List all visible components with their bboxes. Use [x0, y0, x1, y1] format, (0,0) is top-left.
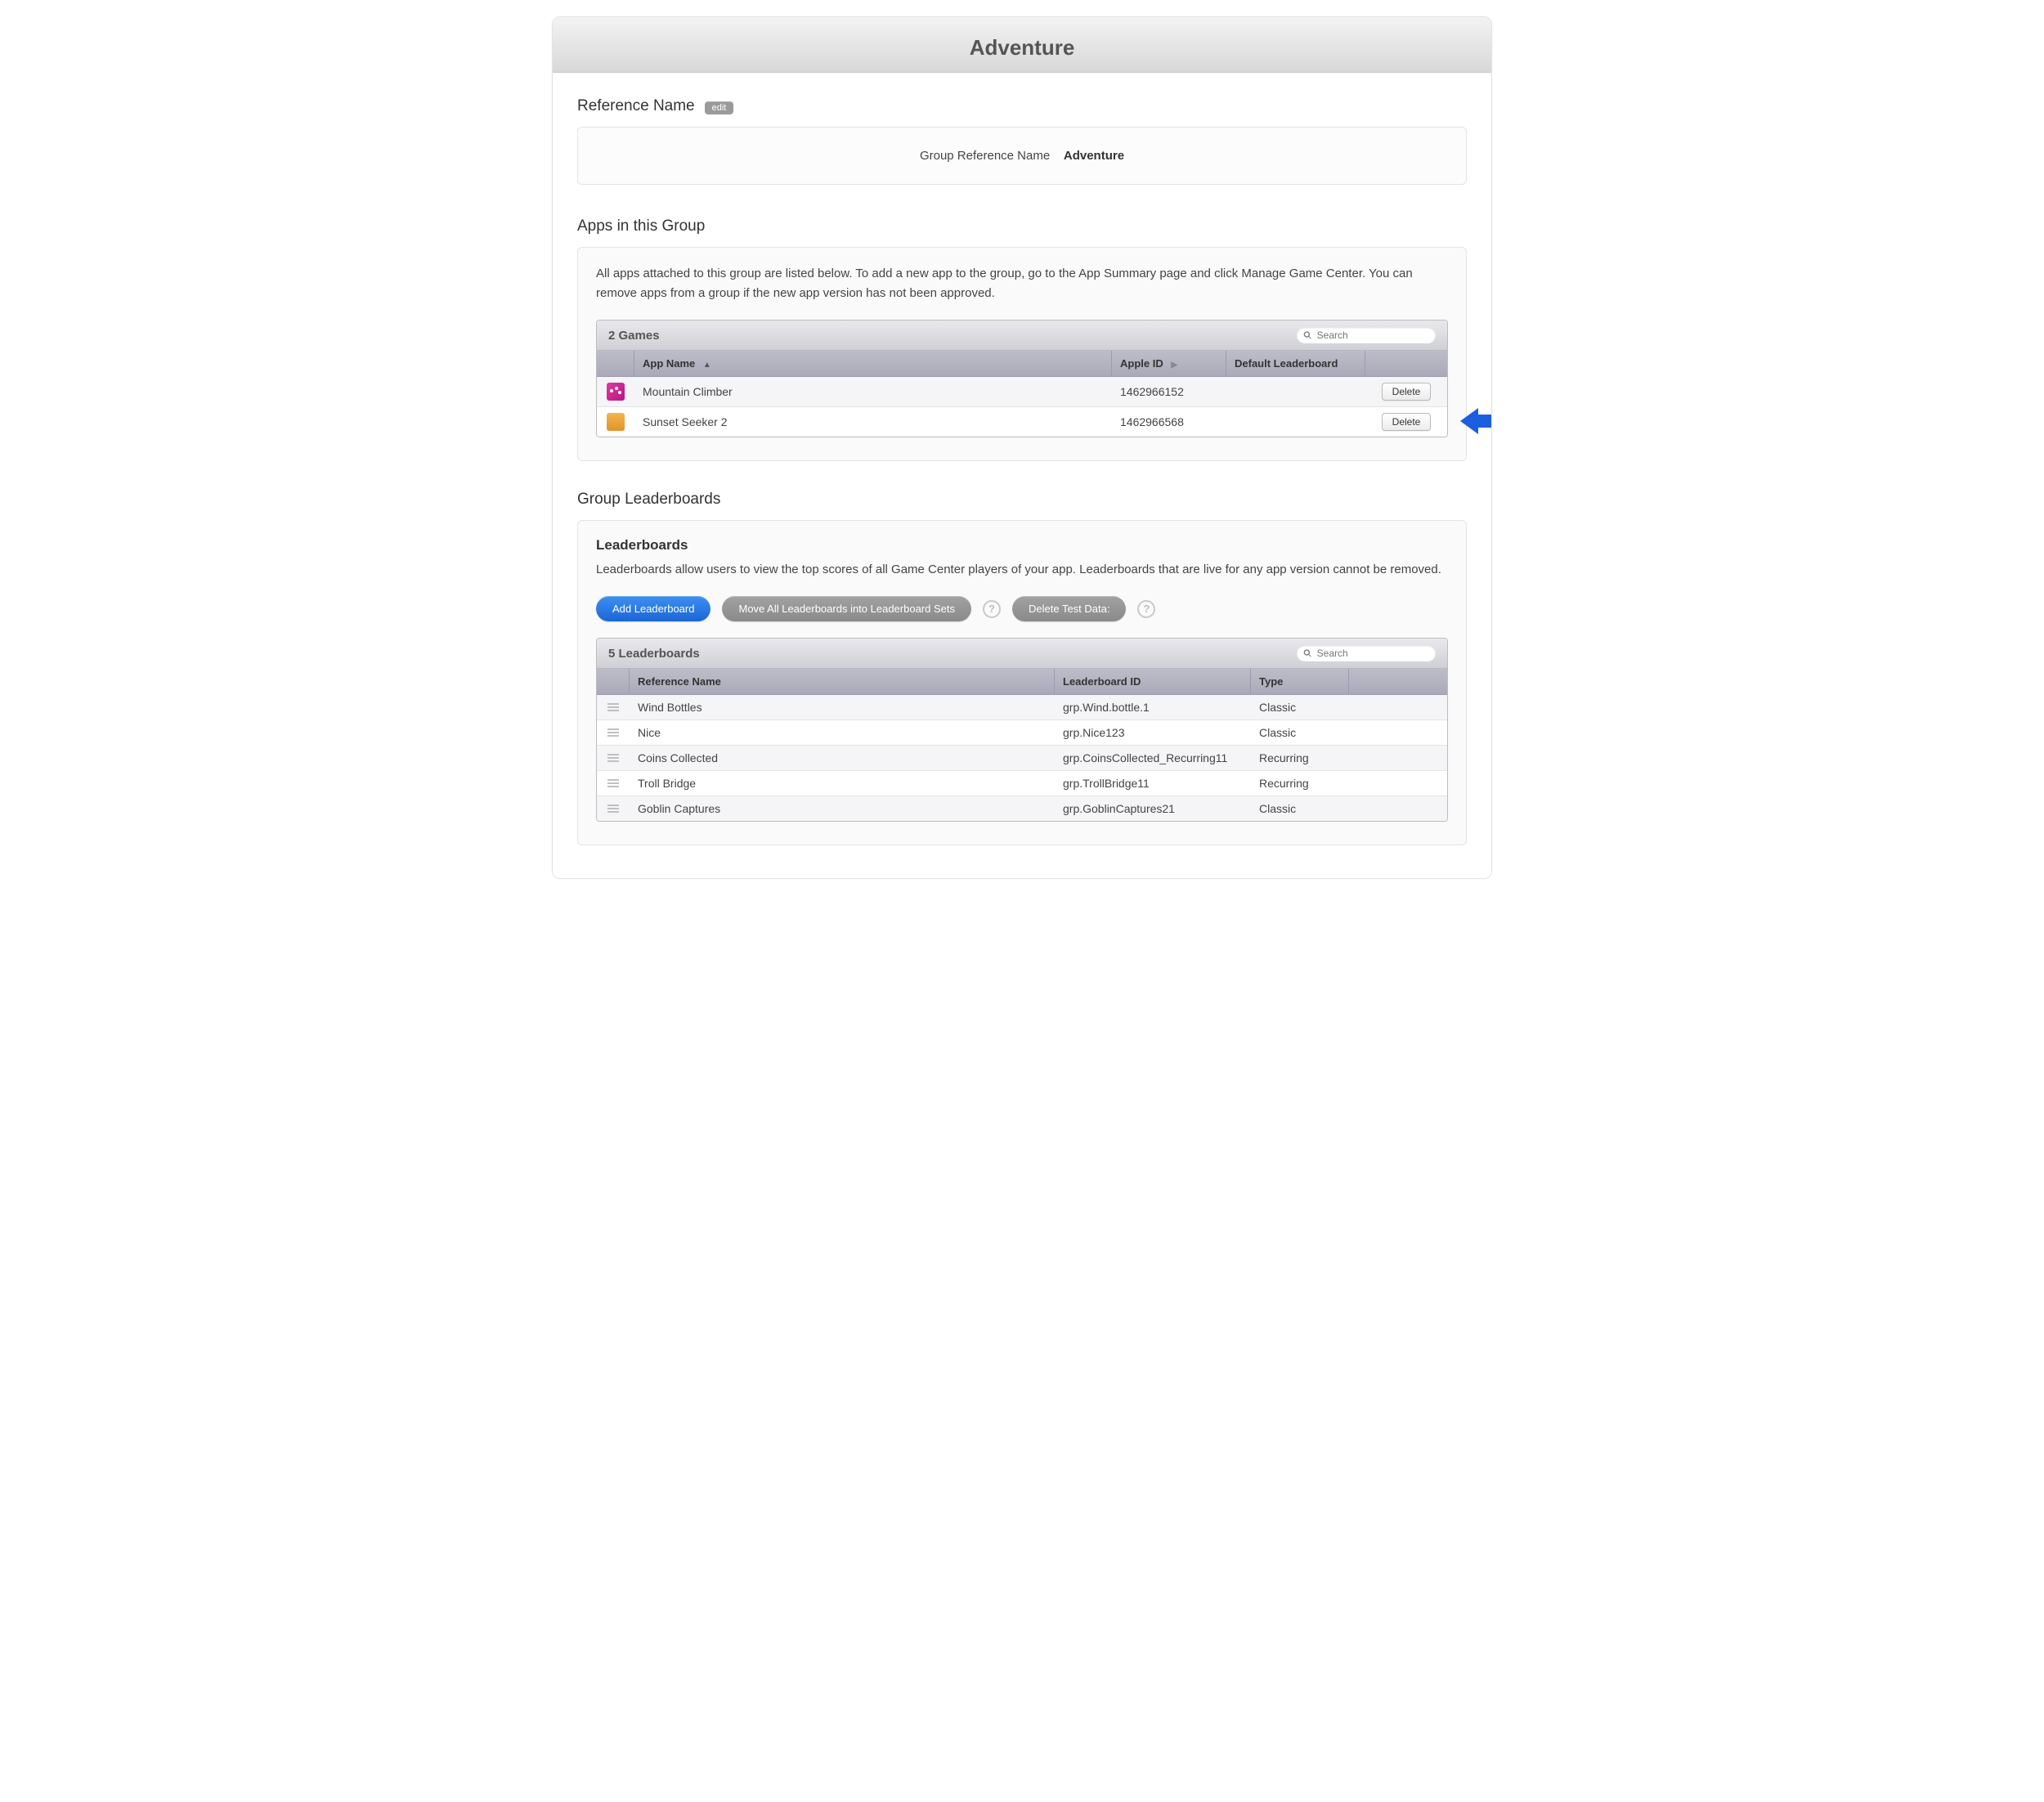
- lb-ref[interactable]: Wind Bottles: [630, 695, 1055, 719]
- apps-col-default-lb-label: Default Leaderboard: [1235, 357, 1338, 370]
- page-title: Adventure: [553, 35, 1491, 61]
- help-icon[interactable]: ?: [1137, 600, 1155, 618]
- drag-handle-icon[interactable]: [607, 754, 619, 762]
- lb-ref[interactable]: Nice: [630, 720, 1055, 745]
- lb-id: grp.GoblinCaptures21: [1055, 796, 1251, 821]
- lb-type: Recurring: [1251, 746, 1349, 770]
- apps-help-text: All apps attached to this group are list…: [596, 264, 1448, 303]
- lb-id: grp.Wind.bottle.1: [1055, 695, 1251, 719]
- add-leaderboard-button[interactable]: Add Leaderboard: [596, 596, 710, 621]
- leaderboards-search-input[interactable]: [1317, 648, 1426, 659]
- window: Adventure Reference Name edit Group Refe…: [552, 16, 1492, 879]
- app-name[interactable]: Mountain Climber: [634, 377, 1112, 406]
- apps-count-label: 2 Games: [608, 329, 660, 343]
- lb-type: Classic: [1251, 695, 1349, 719]
- reference-name-box: Group Reference Name Adventure: [577, 127, 1467, 185]
- table-row: Coins Collected grp.CoinsCollected_Recur…: [597, 746, 1447, 771]
- lb-col-id[interactable]: Leaderboard ID: [1055, 669, 1251, 694]
- apps-col-appleid-label: Apple ID: [1120, 357, 1163, 370]
- leaderboards-table-titlebar: 5 Leaderboards: [597, 639, 1447, 669]
- apps-tbody: Mountain Climber 1462966152 Delete Sunse…: [597, 377, 1447, 437]
- apps-col-appleid[interactable]: Apple ID ▶: [1112, 351, 1226, 376]
- leaderboards-table: 5 Leaderboards Reference Name Leaderboar…: [596, 638, 1448, 822]
- lb-type: Classic: [1251, 720, 1349, 745]
- delete-test-data-button[interactable]: Delete Test Data:: [1012, 596, 1126, 621]
- table-row: Mountain Climber 1462966152 Delete: [597, 377, 1447, 407]
- leaderboards-table-columns: Reference Name Leaderboard ID Type: [597, 669, 1447, 695]
- leaderboards-help-text: Leaderboards allow users to view the top…: [596, 560, 1448, 580]
- search-icon: [1303, 648, 1312, 658]
- apps-table-columns: App Name ▲ Apple ID ▶ Default Leaderboar…: [597, 351, 1447, 377]
- drag-handle-icon[interactable]: [607, 779, 619, 787]
- apps-search[interactable]: [1297, 327, 1436, 343]
- delete-button[interactable]: Delete: [1382, 383, 1432, 401]
- table-row: Nice grp.Nice123 Classic: [597, 720, 1447, 746]
- lb-col-drag: [597, 669, 630, 694]
- lb-type: Classic: [1251, 796, 1349, 821]
- app-name[interactable]: Sunset Seeker 2: [634, 407, 1112, 437]
- lb-ref[interactable]: Coins Collected: [630, 746, 1055, 770]
- leaderboards-actions: Add Leaderboard Move All Leaderboards in…: [596, 596, 1448, 621]
- table-row: Goblin Captures grp.GoblinCaptures21 Cla…: [597, 796, 1447, 821]
- leaderboards-tbody: Wind Bottles grp.Wind.bottle.1 Classic N…: [597, 695, 1447, 821]
- apps-table-titlebar: 2 Games: [597, 321, 1447, 351]
- leaderboards-heading: Group Leaderboards: [577, 491, 1467, 509]
- reference-name-header: Reference Name edit: [577, 97, 1467, 115]
- lb-type: Recurring: [1251, 771, 1349, 796]
- apps-table: 2 Games App Name ▲ Apple ID ▶: [596, 320, 1448, 437]
- apps-heading: Apps in this Group: [577, 217, 1467, 235]
- apps-col-name[interactable]: App Name ▲: [634, 351, 1112, 376]
- table-row: Wind Bottles grp.Wind.bottle.1 Classic: [597, 695, 1447, 720]
- lb-id: grp.CoinsCollected_Recurring11: [1055, 746, 1251, 770]
- lb-ref[interactable]: Goblin Captures: [630, 796, 1055, 821]
- delete-button[interactable]: Delete: [1382, 413, 1432, 431]
- table-row: Troll Bridge grp.TrollBridge11 Recurring: [597, 771, 1447, 796]
- sort-next-icon: ▶: [1171, 361, 1177, 370]
- lb-id: grp.TrollBridge11: [1055, 771, 1251, 796]
- lb-col-id-label: Leaderboard ID: [1063, 675, 1141, 688]
- apps-col-actions: [1365, 351, 1447, 376]
- app-icon: [607, 413, 625, 431]
- annotation-arrow-icon: [1460, 405, 1492, 437]
- leaderboards-subheading: Leaderboards: [596, 537, 1448, 554]
- lb-id: grp.Nice123: [1055, 720, 1251, 745]
- search-icon: [1303, 330, 1312, 340]
- lb-col-ref[interactable]: Reference Name: [630, 669, 1055, 694]
- app-appleid: 1462966568: [1112, 407, 1226, 437]
- apps-col-default-lb[interactable]: Default Leaderboard: [1226, 351, 1365, 376]
- leaderboards-panel: Leaderboards Leaderboards allow users to…: [577, 520, 1467, 845]
- app-default-lb: [1226, 407, 1365, 437]
- lb-col-type-label: Type: [1259, 675, 1283, 688]
- move-leaderboards-button[interactable]: Move All Leaderboards into Leaderboard S…: [722, 596, 971, 621]
- app-appleid: 1462966152: [1112, 377, 1226, 406]
- lb-ref[interactable]: Troll Bridge: [630, 771, 1055, 796]
- apps-col-name-label: App Name: [643, 357, 695, 370]
- apps-search-input[interactable]: [1317, 329, 1426, 341]
- sort-asc-icon: ▲: [703, 361, 711, 370]
- content-area: Reference Name edit Group Reference Name…: [553, 73, 1491, 878]
- window-header: Adventure: [553, 17, 1491, 73]
- lb-col-type[interactable]: Type: [1251, 669, 1349, 694]
- table-row: Sunset Seeker 2 1462966568 Delete: [597, 407, 1447, 437]
- lb-col-ref-label: Reference Name: [638, 675, 721, 688]
- group-reference-value: Adventure: [1064, 149, 1124, 163]
- reference-name-label: Reference Name: [577, 97, 695, 115]
- leaderboards-count-label: 5 Leaderboards: [608, 647, 700, 661]
- apps-col-icon: [597, 351, 634, 376]
- lb-col-end: [1349, 669, 1447, 694]
- leaderboards-search[interactable]: [1297, 645, 1436, 661]
- app-icon: [607, 383, 625, 401]
- drag-handle-icon[interactable]: [607, 805, 619, 813]
- apps-panel: All apps attached to this group are list…: [577, 247, 1467, 461]
- drag-handle-icon[interactable]: [607, 728, 619, 737]
- edit-button[interactable]: edit: [705, 101, 734, 114]
- app-default-lb: [1226, 377, 1365, 406]
- drag-handle-icon[interactable]: [607, 703, 619, 711]
- help-icon[interactable]: ?: [983, 600, 1001, 618]
- group-reference-label: Group Reference Name: [920, 149, 1050, 163]
